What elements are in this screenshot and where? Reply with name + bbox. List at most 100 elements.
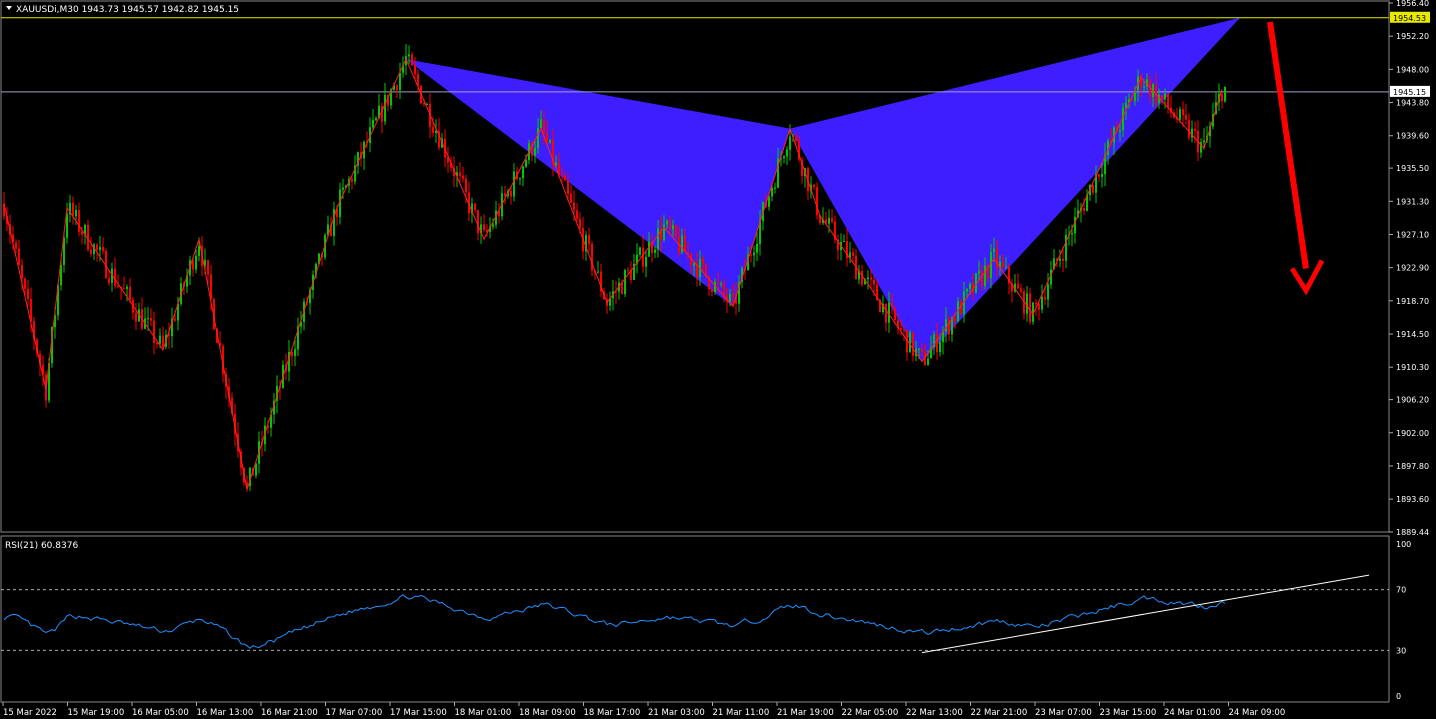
bull-candle xyxy=(333,209,335,237)
bull-candle xyxy=(342,187,344,190)
bear-candle xyxy=(135,312,137,322)
time-tick-label: 21 Mar 19:00 xyxy=(777,708,834,718)
price-tick-label: 1906.20 xyxy=(1396,396,1429,405)
symbol-header[interactable]: XAUUSDi,M30 1943.73 1945.57 1942.82 1945… xyxy=(6,5,239,15)
bull-candle xyxy=(939,342,941,353)
price-tick-label: 1902.00 xyxy=(1396,429,1429,438)
bull-candle xyxy=(993,248,995,253)
bear-candle xyxy=(1092,185,1094,193)
bear-candle xyxy=(1182,109,1184,116)
bear-candle xyxy=(462,175,464,179)
bear-candle xyxy=(885,303,887,323)
bull-candle xyxy=(1041,296,1043,310)
bear-candle xyxy=(1062,258,1064,261)
bear-candle xyxy=(579,218,581,229)
bear-candle xyxy=(1221,93,1223,102)
bull-candle xyxy=(918,348,920,350)
bear-candle xyxy=(546,133,548,143)
bull-candle xyxy=(1074,216,1076,234)
bull-candle xyxy=(966,289,968,292)
bull-candle xyxy=(372,119,374,128)
bull-candle xyxy=(753,252,755,256)
price-tick-label: 1935.50 xyxy=(1396,164,1429,173)
bear-candle xyxy=(15,242,17,249)
bear-candle xyxy=(150,318,152,321)
price-tick-label: 1939.60 xyxy=(1396,132,1429,141)
top-level-price-tag: 1954.53 xyxy=(1390,11,1430,23)
time-tick-label: 24 Mar 01:00 xyxy=(1164,708,1221,718)
bear-candle xyxy=(411,54,413,66)
bear-candle xyxy=(564,176,566,181)
bear-candle xyxy=(1035,302,1037,305)
price-tick-label: 1893.60 xyxy=(1396,495,1429,504)
time-tick-label: 15 Mar 19:00 xyxy=(68,708,125,718)
rsi-axis: 100 70 30 0 xyxy=(1396,540,1411,701)
bull-candle xyxy=(1119,130,1121,133)
time-tick-label: 21 Mar 03:00 xyxy=(648,708,705,718)
time-axis[interactable]: 15 Mar 2022 15 Mar 19:00 16 Mar 05:00 16 Ma… xyxy=(2,702,1285,718)
bull-candle xyxy=(384,94,386,122)
bear-candle xyxy=(621,282,623,294)
bear-candle xyxy=(1044,296,1046,300)
bull-candle xyxy=(294,349,296,357)
bear-candle xyxy=(588,235,590,244)
bear-candle xyxy=(78,209,80,232)
bear-candle xyxy=(561,175,563,177)
bull-candle xyxy=(597,271,599,273)
bear-candle xyxy=(123,288,125,290)
bull-candle xyxy=(969,283,971,290)
price-tick-label: 1922.90 xyxy=(1396,264,1429,273)
bull-candle xyxy=(1179,109,1181,120)
bear-candle xyxy=(870,277,872,280)
bear-candle xyxy=(576,210,578,219)
price-tick-label: 1931.30 xyxy=(1396,197,1429,206)
bear-candle xyxy=(108,278,110,283)
bull-candle xyxy=(126,286,128,289)
bear-candle xyxy=(900,327,902,330)
bear-candle xyxy=(1029,293,1031,322)
bear-candle xyxy=(1167,93,1169,108)
price-axis[interactable]: 1956.40 1952.20 1948.00 1943.80 1939.60 1935.… xyxy=(1389,0,1429,537)
rsi-tick-label: 100 xyxy=(1396,540,1411,549)
bear-candle xyxy=(153,320,155,343)
bear-candle xyxy=(207,260,209,275)
bear-candle xyxy=(465,178,467,193)
bull-candle xyxy=(408,54,410,57)
time-tick-label: 18 Mar 09:00 xyxy=(519,708,576,718)
bear-candle xyxy=(1098,174,1100,177)
trading-chart[interactable]: 1956.40 1952.20 1948.00 1943.80 1939.60 1935.… xyxy=(0,0,1436,719)
bull-candle xyxy=(513,171,515,197)
bull-candle xyxy=(909,332,911,353)
bull-candle xyxy=(1125,102,1127,108)
bear-candle xyxy=(27,288,29,300)
bear-candle xyxy=(1020,288,1022,292)
symbol-quote-line: XAUUSDi,M30 1943.73 1945.57 1942.82 1945… xyxy=(16,5,239,15)
bull-candle xyxy=(1026,293,1028,314)
bull-candle xyxy=(720,283,722,285)
bull-candle xyxy=(756,243,758,253)
bear-candle xyxy=(1194,128,1196,131)
bull-candle xyxy=(75,209,77,217)
bull-candle xyxy=(519,178,521,180)
bear-candle xyxy=(573,202,575,211)
bear-candle xyxy=(1038,304,1040,310)
time-tick-label: 16 Mar 05:00 xyxy=(132,708,189,718)
bear-candle xyxy=(432,127,434,133)
bull-candle xyxy=(525,160,527,167)
bear-candle xyxy=(903,329,905,331)
bull-candle xyxy=(1224,86,1226,102)
bull-candle xyxy=(990,252,992,279)
bear-candle xyxy=(723,283,725,295)
bull-candle xyxy=(1005,266,1007,268)
bull-candle xyxy=(1203,140,1205,143)
time-tick-label: 22 Mar 13:00 xyxy=(906,708,963,718)
rsi-tick-label: 30 xyxy=(1396,646,1406,655)
price-tick-label: 1918.70 xyxy=(1396,297,1429,306)
bull-candle xyxy=(774,187,776,189)
svg-text:1954.53: 1954.53 xyxy=(1393,14,1426,23)
bull-candle xyxy=(984,265,986,286)
bear-candle xyxy=(396,85,398,90)
bull-candle xyxy=(639,247,641,255)
bull-candle xyxy=(729,294,731,302)
price-tick-label: 1948.00 xyxy=(1396,65,1429,74)
